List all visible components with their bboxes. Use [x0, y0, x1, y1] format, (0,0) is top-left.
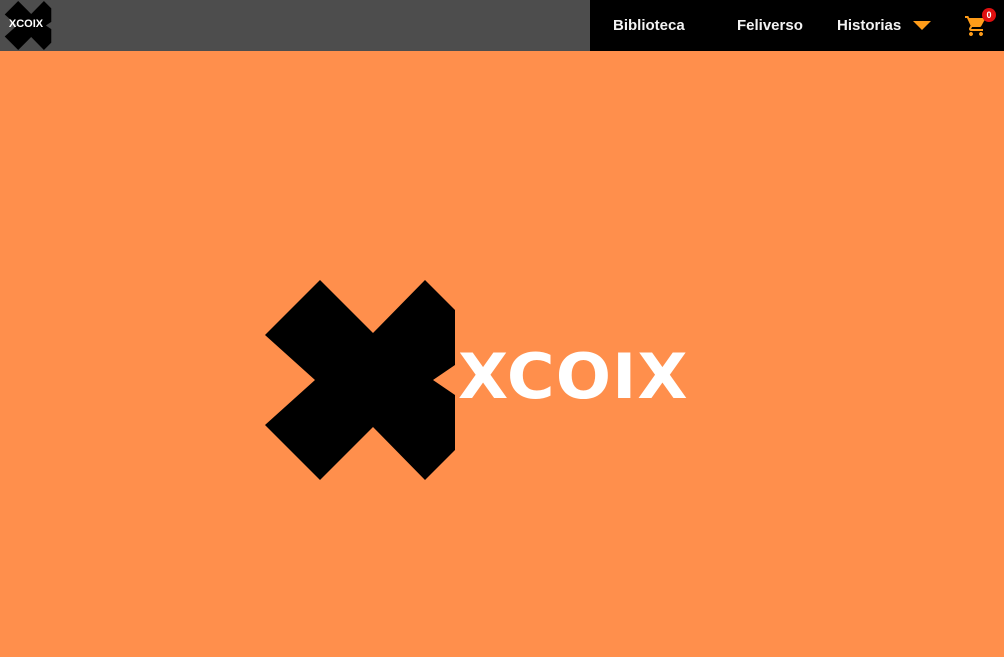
nav-item-biblioteca[interactable]: Biblioteca: [613, 17, 685, 35]
nav-item-historias[interactable]: Historias: [837, 17, 901, 35]
chevron-down-icon[interactable]: [913, 21, 931, 30]
hero-x-logo-icon: [265, 280, 455, 480]
top-navigation-bar: XCOIX Biblioteca Feliverso Historias 0: [0, 0, 1004, 51]
small-logo-text: XCOIX: [8, 18, 44, 30]
topbar-brand-area: XCOIX: [0, 0, 590, 51]
cart-count-badge: 0: [982, 8, 996, 22]
nav-item-feliverso[interactable]: Feliverso: [737, 17, 803, 35]
topbar-menu-area: Biblioteca Feliverso Historias 0: [590, 0, 1004, 51]
hero-logo-wordmark: XCOIX: [458, 340, 689, 413]
